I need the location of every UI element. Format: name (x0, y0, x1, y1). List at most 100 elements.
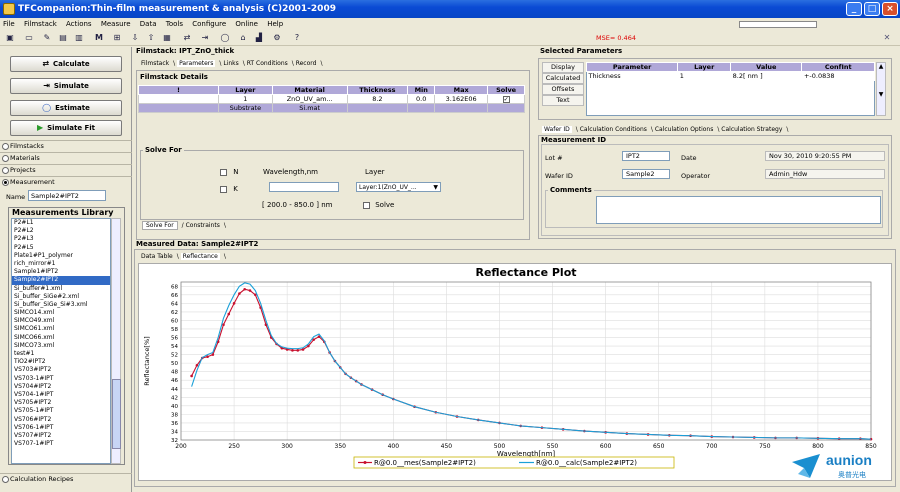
list-item[interactable]: VS703#IPT2 (12, 366, 110, 374)
table-icon[interactable]: ▦ (160, 32, 174, 44)
menu-filmstack[interactable]: Filmstack (24, 20, 57, 28)
menu-data[interactable]: Data (140, 20, 157, 28)
calculated-button[interactable]: Calculated (542, 73, 584, 84)
list-item[interactable]: VS703-1#IPT (12, 375, 110, 383)
tab-filmstack[interactable]: Filmstack (141, 60, 169, 67)
list-item[interactable]: VS705-1#IPT (12, 407, 110, 415)
list-item[interactable]: SIMCO14.xml (12, 309, 110, 317)
plot-icon[interactable]: ▟ (252, 32, 266, 44)
menu-configure[interactable]: Configure (192, 20, 226, 28)
tab-record[interactable]: Record (296, 60, 317, 67)
comments-input[interactable] (596, 196, 881, 224)
list-item[interactable]: P2#L1 (12, 219, 110, 227)
list-item[interactable]: VS706-1#IPT (12, 424, 110, 432)
tab-data-table[interactable]: Data Table (141, 253, 173, 260)
measurements-list[interactable]: P2#L1 P2#L2 P2#L3 P2#L5 Plate1#P1_polymer ric… (11, 218, 111, 464)
name-input[interactable]: Sample2#IPT2 (28, 190, 106, 201)
minimize-button[interactable]: _ (846, 2, 862, 16)
open-icon[interactable]: ▭ (22, 32, 36, 44)
list-item[interactable]: Si_buffer#1.xml (12, 285, 110, 293)
chart-icon[interactable]: ⌂ (236, 32, 250, 44)
radio-icon[interactable] (2, 143, 9, 150)
radio-icon[interactable] (2, 167, 9, 174)
tab-calculation-options[interactable]: Calculation Options (655, 126, 714, 133)
table-row[interactable]: 1 ZnO_UV_am... 8.2 0.0 3.162E06 ✓ (138, 94, 525, 104)
edit-icon[interactable]: ✎ (40, 32, 54, 44)
nav-filmstacks[interactable]: Filmstacks (0, 140, 132, 151)
menu-tools[interactable]: Tools (166, 20, 183, 28)
list-item[interactable]: VS706#IPT2 (12, 416, 110, 424)
scroll-thumb[interactable] (112, 379, 121, 449)
nav-projects[interactable]: Projects (0, 164, 132, 175)
calculate-button[interactable]: ⇄ Calculate (10, 56, 122, 72)
offsets-button[interactable]: Offsets (542, 84, 584, 95)
k-checkbox[interactable] (220, 185, 227, 193)
list-item[interactable]: SIMCO73.xml (12, 342, 110, 350)
list-item[interactable]: VS707#IPT2 (12, 432, 110, 440)
simulate-icon[interactable]: ⇥ (198, 32, 212, 44)
tab-links[interactable]: Links (223, 60, 238, 67)
selected-scrollbar[interactable]: ▲ ▼ (876, 62, 886, 116)
radio-icon[interactable] (2, 155, 9, 162)
nav-calculation-recipes[interactable]: Calculation Recipes (0, 473, 132, 484)
list-item[interactable]: SIMCO49.xml (12, 317, 110, 325)
menu-measure[interactable]: Measure (101, 20, 131, 28)
menu-help[interactable]: Help (267, 20, 283, 28)
measure-icon[interactable]: M (92, 32, 106, 44)
table-row[interactable]: Thickness 1 8.2[ nm ] +-0.0838 (586, 71, 875, 81)
tab-parameters[interactable]: Parameters (177, 60, 216, 67)
upload-icon[interactable]: ⇧ (144, 32, 158, 44)
close-button[interactable]: × (882, 2, 898, 16)
tab-rt-conditions[interactable]: RT Conditions (247, 60, 288, 67)
estimate-icon[interactable]: ◯ (218, 32, 232, 44)
tab-wafer-id[interactable]: Wafer ID (542, 126, 572, 133)
list-item[interactable]: Plate1#P1_polymer (12, 252, 110, 260)
cell-layer[interactable]: 1 (218, 94, 273, 104)
list-item[interactable]: P2#L3 (12, 235, 110, 243)
filmstack-icon[interactable]: ▤ (56, 32, 70, 44)
solve-checkbox[interactable]: ✓ (502, 95, 510, 103)
cell-solve[interactable]: ✓ (487, 94, 525, 104)
radio-selected-icon[interactable] (2, 179, 9, 186)
list-item[interactable]: VS704#IPT2 (12, 383, 110, 391)
radio-icon[interactable] (2, 476, 9, 483)
list-item[interactable]: SIMCO66.xml (12, 334, 110, 342)
grid-icon[interactable]: ⊞ (110, 32, 124, 44)
download-icon[interactable]: ⇩ (128, 32, 142, 44)
tab-reflectance[interactable]: Reflectance (180, 253, 220, 260)
text-button[interactable]: Text (542, 95, 584, 106)
list-item[interactable]: TiO2#IPT2 (12, 358, 110, 366)
list-item[interactable]: VS705#IPT2 (12, 399, 110, 407)
library-scrollbar[interactable] (111, 218, 121, 464)
wafer-id-input[interactable]: Sample2 (622, 169, 670, 179)
nav-materials[interactable]: Materials (0, 152, 132, 163)
substrate-material[interactable]: Si.mat (271, 103, 348, 113)
list-item[interactable]: P2#L5 (12, 244, 110, 252)
wavelength-input[interactable] (269, 182, 339, 192)
simulate-fit-button[interactable]: ▶ Simulate Fit (10, 120, 122, 136)
maximize-button[interactable]: □ (864, 2, 880, 16)
tab-constraints[interactable]: Constraints (186, 222, 220, 229)
menu-actions[interactable]: Actions (66, 20, 92, 28)
list-item[interactable]: Si_buffer_SiGe_Si#3.xml (12, 301, 110, 309)
layer-select[interactable]: Layer:1(ZnO_UV_... ▼ (356, 182, 441, 192)
calculate-icon[interactable]: ⇄ (180, 32, 194, 44)
save-icon[interactable]: ▣ (3, 32, 17, 44)
list-item[interactable]: Sample2#IPT2 (12, 276, 110, 285)
cell-max[interactable]: 3.162E06 (434, 94, 489, 104)
material-icon[interactable]: ▥ (72, 32, 86, 44)
cell-thickness[interactable]: 8.2 (346, 94, 409, 104)
simulate-button[interactable]: ⇥ Simulate (10, 78, 122, 94)
cell-material[interactable]: ZnO_UV_am... (271, 94, 348, 104)
solve-for-checkbox[interactable] (363, 201, 370, 209)
estimate-button[interactable]: ◯ Estimate (10, 100, 122, 116)
list-item[interactable]: VS707-1#IPT (12, 440, 110, 448)
n-checkbox[interactable] (220, 168, 227, 176)
list-item[interactable]: Si_buffer_SiGe#2.xml (12, 293, 110, 301)
close-panel-icon[interactable]: ✕ (880, 32, 894, 44)
display-button[interactable]: Display (542, 62, 584, 73)
help-icon[interactable]: ? (290, 32, 304, 44)
nav-measurement[interactable]: Measurement (0, 176, 132, 187)
lot-input[interactable]: IPT2 (622, 151, 670, 161)
tab-calculation-conditions[interactable]: Calculation Conditions (580, 126, 647, 133)
